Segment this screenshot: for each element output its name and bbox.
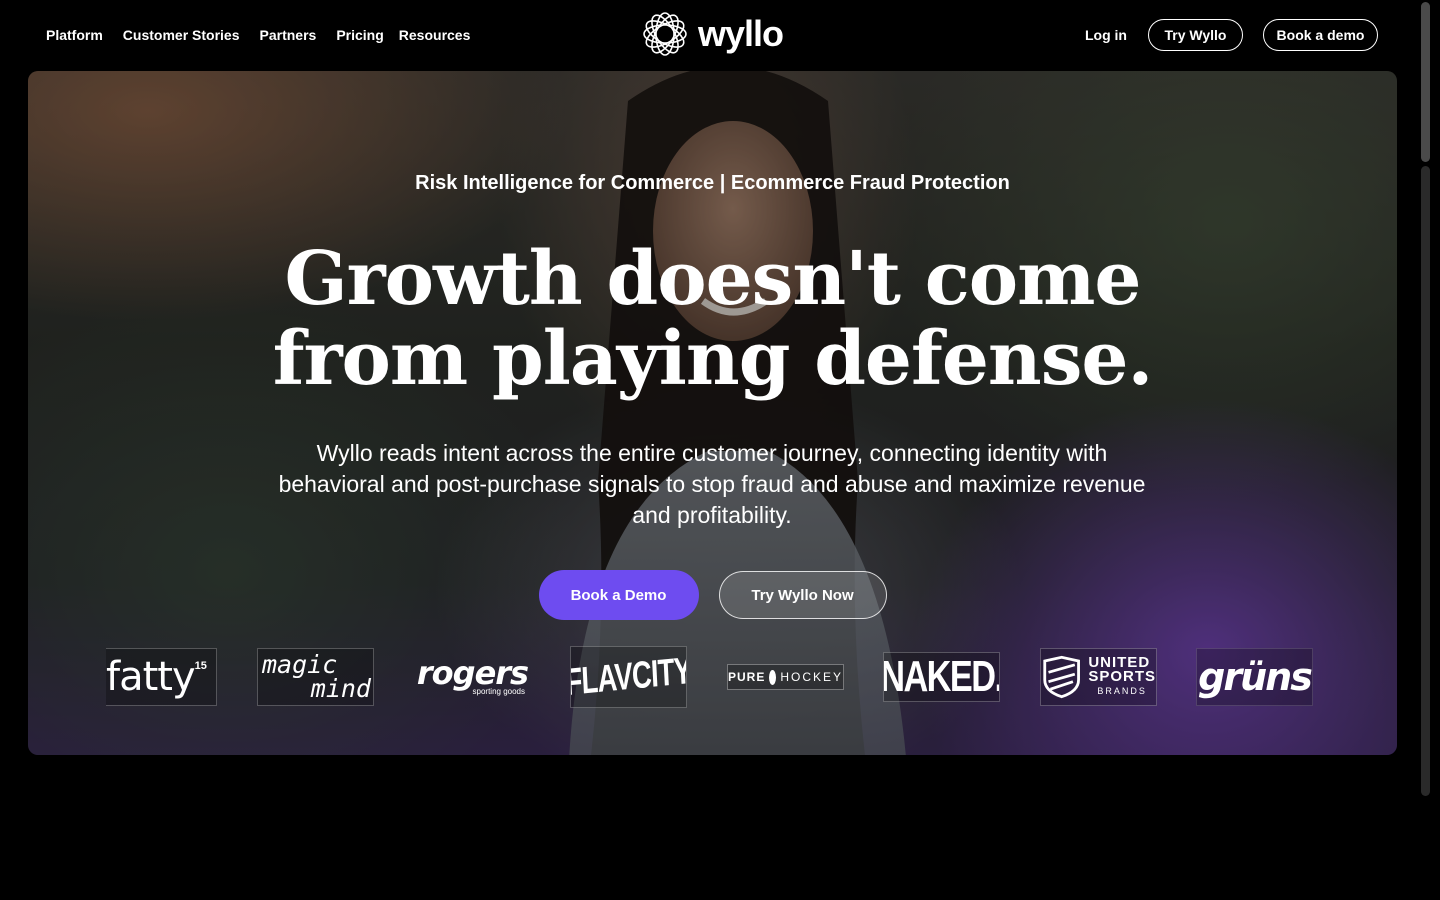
logo-rogers: rogers sporting goods: [416, 653, 529, 696]
wyllo-logo-mark-icon: [643, 12, 687, 56]
logo-naked: NAKED.: [883, 652, 1000, 702]
logo-united-sports-brands: UNITED SPORTS BRANDS: [1040, 648, 1157, 706]
login-link[interactable]: Log in: [1085, 27, 1127, 43]
try-wyllo-now-button[interactable]: Try Wyllo Now: [718, 571, 887, 619]
book-demo-button[interactable]: Book a Demo: [538, 570, 699, 620]
try-wyllo-button[interactable]: Try Wyllo: [1148, 19, 1243, 51]
hero-headline: Growth doesn't come from playing defense…: [28, 239, 1397, 399]
hero-section: Risk Intelligence for Commerce | Ecommer…: [28, 71, 1397, 755]
logo-magic-mind: magic mind: [257, 648, 374, 706]
hockey-puck-icon: [769, 669, 777, 685]
page-scrollbar[interactable]: [1416, 0, 1440, 800]
nav-link-resources[interactable]: Resources: [399, 27, 471, 43]
customer-logo-strip: fatty 15 magic mind rogers sporting good…: [106, 646, 1316, 708]
wyllo-logo-text: wyllo: [698, 13, 784, 54]
hero-headline-line-1: Growth doesn't come: [284, 236, 1141, 322]
nav-actions: Log in Try Wyllo Book a demo: [1085, 19, 1378, 51]
hero-headline-line-2: from playing defense.: [272, 316, 1154, 402]
scrollbar-thumb[interactable]: [1421, 2, 1430, 162]
wyllo-logo[interactable]: wyllo: [640, 9, 784, 59]
nav-link-customer-stories[interactable]: Customer Stories: [123, 27, 240, 43]
shield-icon: [1043, 655, 1080, 699]
nav-link-pricing[interactable]: Pricing: [336, 27, 383, 43]
logo-pure-hockey: PURE HOCKEY: [727, 664, 844, 690]
nav-links: Platform Customer Stories Partners Prici…: [46, 27, 470, 43]
hero-cta-row: Book a Demo Try Wyllo Now: [28, 570, 1397, 620]
top-nav: Platform Customer Stories Partners Prici…: [0, 0, 1416, 72]
scrollbar-track[interactable]: [1421, 166, 1430, 796]
hero-subcopy: Wyllo reads intent across the entire cus…: [278, 440, 1146, 528]
book-demo-nav-button[interactable]: Book a demo: [1263, 19, 1378, 51]
logo-flavcity: FLAVCITY: [570, 646, 687, 708]
nav-link-partners[interactable]: Partners: [260, 27, 317, 43]
logo-fatty15: fatty 15: [106, 648, 217, 706]
hero-eyebrow: Risk Intelligence for Commerce | Ecommer…: [415, 172, 1010, 194]
nav-link-platform[interactable]: Platform: [46, 27, 103, 43]
logo-gruns: grüns: [1196, 648, 1313, 706]
